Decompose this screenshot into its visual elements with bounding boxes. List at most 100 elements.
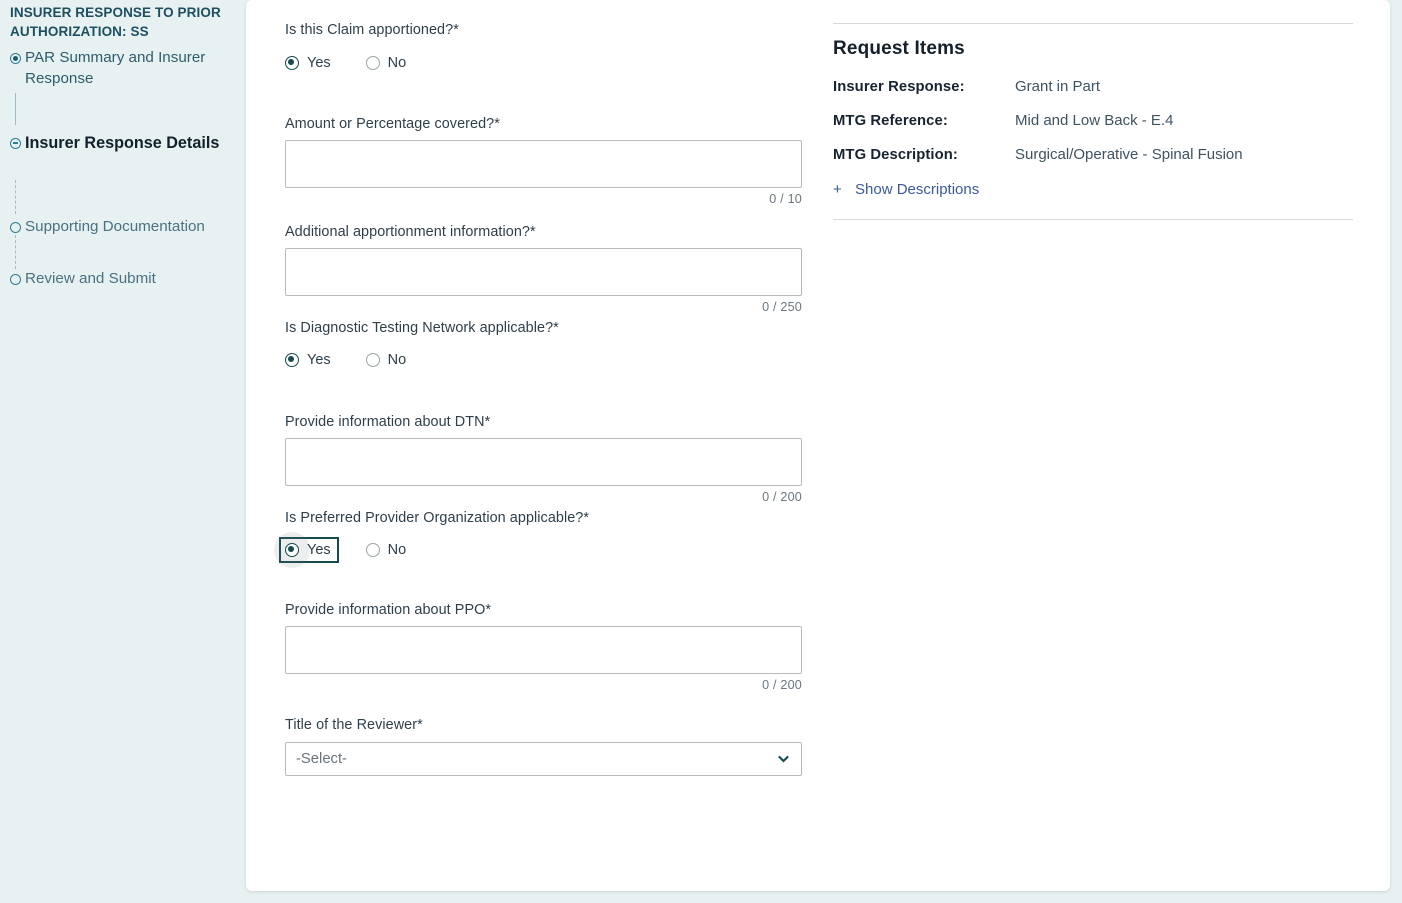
stepper-connector bbox=[15, 93, 17, 125]
sidebar-item-label: Supporting Documentation bbox=[25, 217, 235, 238]
sidebar-item-insurer-response-details[interactable]: Insurer Response Details bbox=[10, 132, 235, 188]
character-counter: 0 / 200 bbox=[285, 674, 802, 692]
additional-apportionment-input[interactable] bbox=[285, 248, 802, 296]
table-row: Insurer Response: Grant in Part bbox=[833, 78, 1358, 95]
table-row: MTG Reference: Mid and Low Back - E.4 bbox=[833, 112, 1358, 129]
sidebar-item-label: Review and Submit bbox=[25, 269, 235, 290]
required-marker: * bbox=[494, 116, 500, 132]
radio-label: No bbox=[388, 542, 407, 558]
mtg-description-key: MTG Description: bbox=[833, 147, 1015, 163]
ppo-info-input[interactable] bbox=[285, 626, 802, 674]
chevron-down-icon bbox=[777, 753, 790, 766]
main-content-card: Is this Claim apportioned?* Yes No Amoun… bbox=[246, 0, 1390, 891]
show-descriptions-label: Show Descriptions bbox=[855, 181, 979, 198]
table-row: MTG Description: Surgical/Operative - Sp… bbox=[833, 146, 1358, 163]
stepper-list: PAR Summary and Insurer Response Insurer… bbox=[10, 48, 235, 291]
sidebar-item-par-summary-and-insurer-response[interactable]: PAR Summary and Insurer Response bbox=[10, 48, 235, 104]
label-text: Is Preferred Provider Organization appli… bbox=[285, 510, 583, 526]
insurer-response-key: Insurer Response: bbox=[833, 79, 1015, 95]
label-text: Additional apportionment information? bbox=[285, 224, 530, 240]
radio-unchecked-icon bbox=[366, 353, 380, 367]
radio-label: Yes bbox=[307, 542, 331, 558]
radio-claim-apportioned-no[interactable]: No bbox=[362, 52, 413, 74]
request-items-title: Request Items bbox=[833, 38, 1358, 60]
field-amount-or-percentage: Amount or Percentage covered?* 0 / 10 bbox=[285, 115, 845, 206]
label-text: Is this Claim apportioned? bbox=[285, 22, 453, 38]
field-ppo-info: Provide information about PPO* 0 / 200 bbox=[285, 601, 845, 692]
field-label: Is this Claim apportioned?* bbox=[285, 21, 845, 39]
label-text: Provide information about PPO bbox=[285, 602, 485, 618]
request-items-panel: Request Items Insurer Response: Grant in… bbox=[833, 0, 1358, 220]
sidebar-item-label: PAR Summary and Insurer Response bbox=[25, 48, 235, 89]
label-text: Provide information about DTN bbox=[285, 414, 485, 430]
sidebar-item-review-and-submit[interactable]: Review and Submit bbox=[10, 269, 235, 291]
field-preferred-provider-organization: Is Preferred Provider Organization appli… bbox=[285, 509, 845, 561]
required-marker: * bbox=[553, 320, 559, 336]
mtg-reference-value: Mid and Low Back - E.4 bbox=[1015, 112, 1173, 129]
stepper-connector bbox=[15, 180, 16, 214]
radio-group-claim-apportioned[interactable]: Yes No bbox=[281, 52, 845, 74]
character-counter: 0 / 200 bbox=[285, 486, 802, 504]
character-counter: 0 / 250 bbox=[285, 296, 802, 314]
select-value: -Select- bbox=[286, 751, 347, 767]
character-counter: 0 / 10 bbox=[285, 188, 802, 206]
plus-icon: + bbox=[833, 181, 855, 198]
field-label: Provide information about DTN* bbox=[285, 413, 845, 431]
required-marker: * bbox=[485, 602, 491, 618]
radio-current-icon bbox=[10, 138, 21, 149]
radio-checked-icon bbox=[285, 353, 299, 367]
radio-preferred-provider-organization-no[interactable]: No bbox=[362, 539, 413, 561]
mtg-reference-key: MTG Reference: bbox=[833, 113, 1015, 129]
field-claim-apportioned: Is this Claim apportioned?* Yes No bbox=[285, 0, 845, 74]
field-label: Provide information about PPO* bbox=[285, 601, 845, 619]
required-marker: * bbox=[583, 510, 589, 526]
sidebar-stepper: INSURER RESPONSE TO PRIOR AUTHORIZATION:… bbox=[0, 0, 246, 903]
radio-diagnostic-testing-network-yes[interactable]: Yes bbox=[281, 349, 337, 371]
field-label: Additional apportionment information?* bbox=[285, 223, 845, 241]
radio-label: Yes bbox=[307, 352, 331, 368]
amount-or-percentage-input[interactable] bbox=[285, 140, 802, 188]
field-label: Title of the Reviewer* bbox=[285, 716, 845, 734]
panel-divider-top bbox=[833, 23, 1353, 24]
field-label: Amount or Percentage covered?* bbox=[285, 115, 845, 133]
title-of-reviewer-select[interactable]: -Select- bbox=[285, 742, 802, 776]
stepper-title: INSURER RESPONSE TO PRIOR AUTHORIZATION:… bbox=[10, 3, 225, 41]
radio-group-preferred-provider-organization[interactable]: Yes No bbox=[281, 539, 845, 561]
radio-empty-icon bbox=[10, 274, 21, 285]
radio-label: No bbox=[388, 352, 407, 368]
dtn-info-input[interactable] bbox=[285, 438, 802, 486]
radio-claim-apportioned-yes[interactable]: Yes bbox=[281, 52, 337, 74]
label-text: Is Diagnostic Testing Network applicable… bbox=[285, 320, 553, 336]
radio-group-diagnostic-testing-network[interactable]: Yes No bbox=[281, 349, 845, 371]
mtg-description-value: Surgical/Operative - Spinal Fusion bbox=[1015, 146, 1243, 163]
radio-label: No bbox=[388, 55, 407, 71]
insurer-response-details-form: Is this Claim apportioned?* Yes No Amoun… bbox=[285, 0, 845, 776]
required-marker: * bbox=[485, 414, 491, 430]
required-marker: * bbox=[453, 22, 459, 38]
sidebar-item-label: Insurer Response Details bbox=[25, 132, 235, 154]
field-title-of-reviewer: Title of the Reviewer* -Select- bbox=[285, 716, 845, 776]
field-label: Is Preferred Provider Organization appli… bbox=[285, 509, 845, 527]
radio-label: Yes bbox=[307, 55, 331, 71]
radio-preferred-provider-organization-yes[interactable]: Yes bbox=[281, 539, 337, 561]
radio-filled-icon bbox=[10, 53, 21, 64]
radio-checked-icon bbox=[285, 56, 299, 70]
field-label: Is Diagnostic Testing Network applicable… bbox=[285, 319, 845, 337]
field-additional-apportionment: Additional apportionment information?* 0… bbox=[285, 223, 845, 314]
sidebar-item-supporting-documentation[interactable]: Supporting Documentation bbox=[10, 217, 235, 239]
insurer-response-value: Grant in Part bbox=[1015, 78, 1100, 95]
radio-unchecked-icon bbox=[366, 56, 380, 70]
field-dtn-info: Provide information about DTN* 0 / 200 bbox=[285, 413, 845, 504]
show-descriptions-toggle[interactable]: + Show Descriptions bbox=[833, 181, 1358, 198]
radio-unchecked-icon bbox=[366, 543, 380, 557]
radio-checked-icon bbox=[285, 543, 299, 557]
radio-diagnostic-testing-network-no[interactable]: No bbox=[362, 349, 413, 371]
panel-divider-bottom bbox=[833, 219, 1353, 220]
label-text: Amount or Percentage covered? bbox=[285, 116, 494, 132]
required-marker: * bbox=[530, 224, 536, 240]
stepper-connector bbox=[15, 235, 16, 269]
radio-empty-icon bbox=[10, 222, 21, 233]
required-marker: * bbox=[417, 717, 423, 733]
label-text: Title of the Reviewer bbox=[285, 717, 417, 733]
application-window: INSURER RESPONSE TO PRIOR AUTHORIZATION:… bbox=[0, 0, 1402, 903]
